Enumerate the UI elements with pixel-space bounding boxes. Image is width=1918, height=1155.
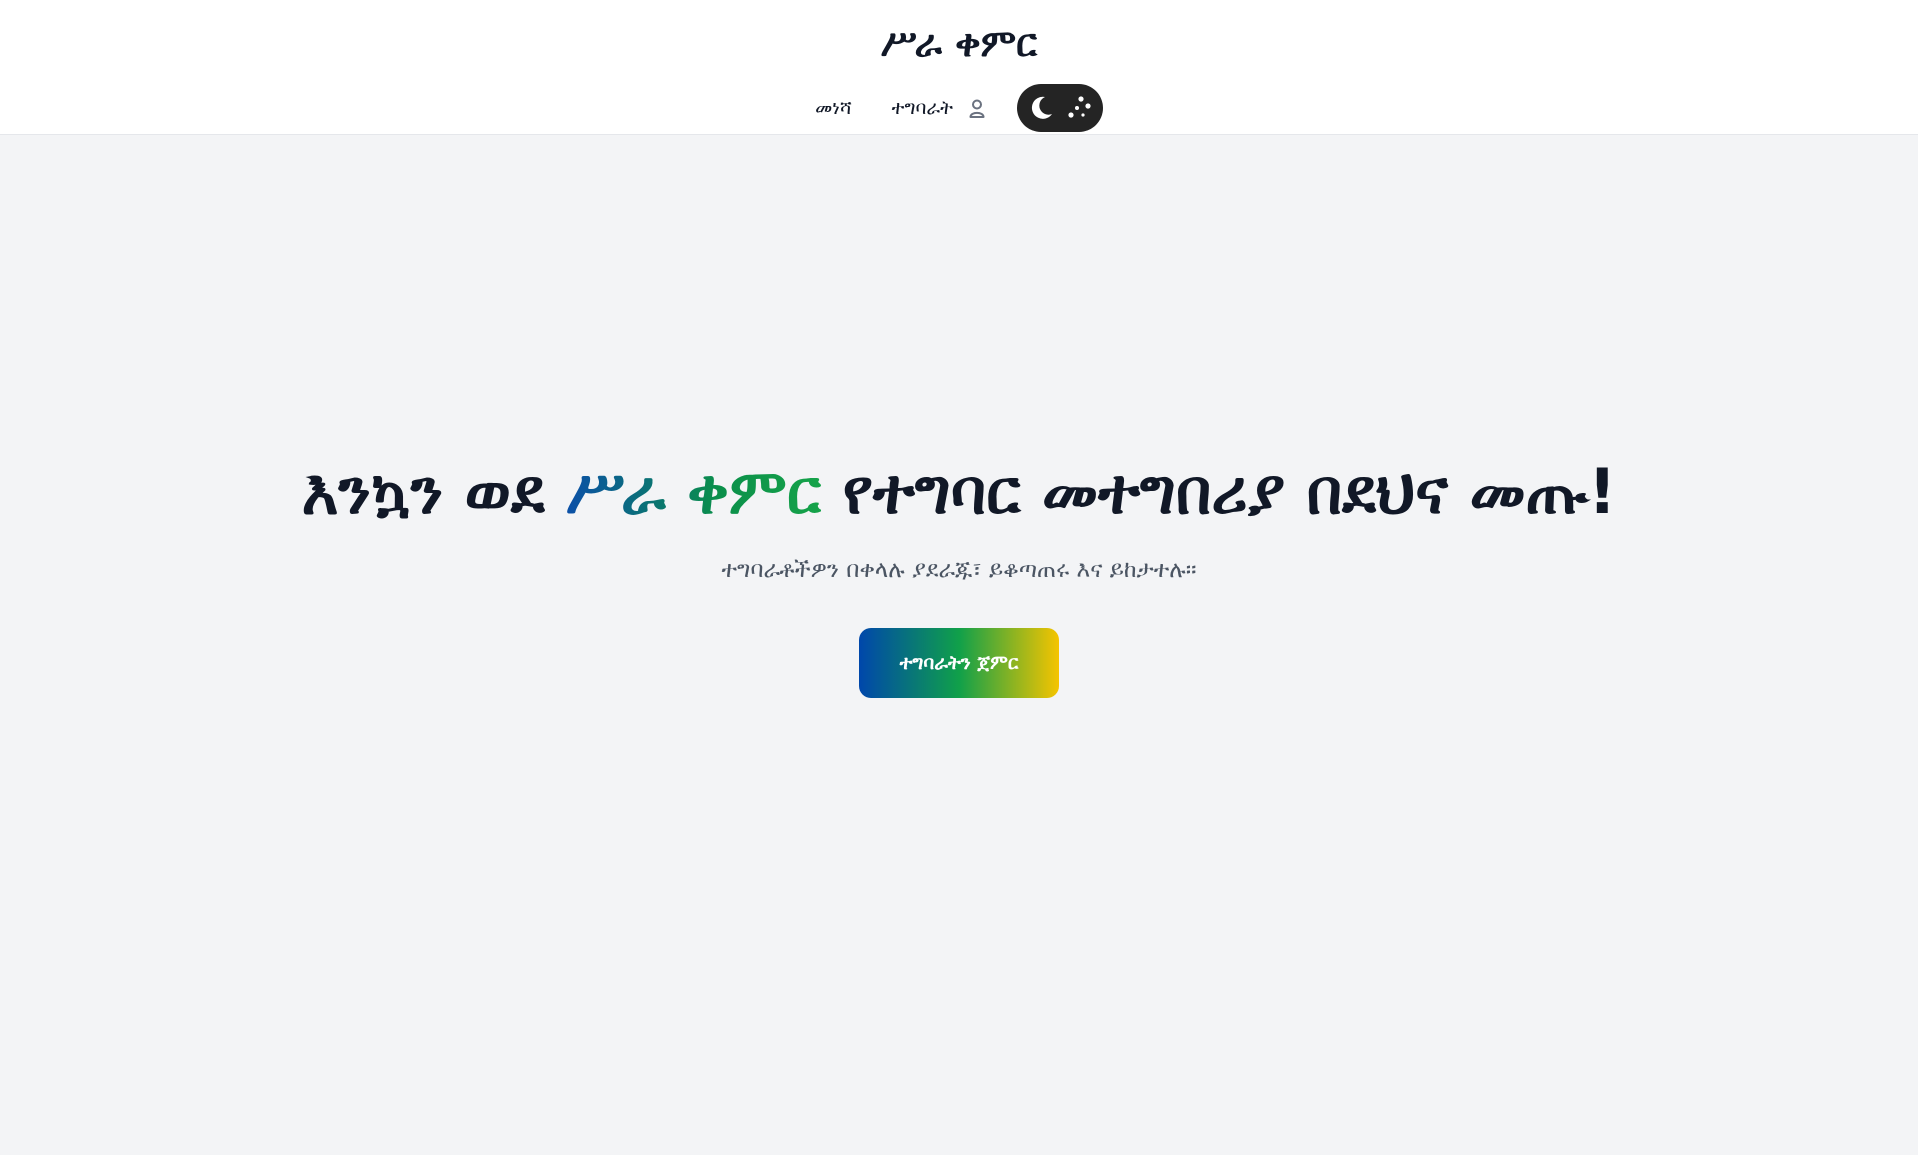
brand-title[interactable]: ሥራ ቀምር [0,18,1918,68]
moon-icon [1031,96,1052,119]
user-icon[interactable] [967,97,987,119]
hero-title-brand: ሥራ ቀምር [566,455,822,528]
nav-tasks-link[interactable]: ተግባራት [892,84,953,132]
stars-icon [1068,96,1091,118]
hero-title-after: የተግባር መተግበሪያ በደህና መጡ! [821,455,1617,528]
hero-subtitle: ተግባራቶችዎን በቀላሉ ያደራጁ፣ ይቆጣጠሩ እና ይከታተሉ። [721,557,1197,583]
main-nav: መነሻ ተግባራት [0,84,1918,132]
top-header: ሥራ ቀምር መነሻ ተግባራት [0,0,1918,135]
theme-toggle-button[interactable] [1016,84,1103,132]
hero-title-before: እንኳን ወደ [301,455,567,528]
hero-title: እንኳን ወደ ሥራ ቀምር የተግባር መተግበሪያ በደህና መጡ! [0,450,1918,534]
hero-section: እንኳን ወደ ሥራ ቀምር የተግባር መተግበሪያ በደህና መጡ! ተግባ… [0,450,1918,698]
user-icon-svg [969,99,985,118]
nav-home-link[interactable]: መነሻ [815,84,852,132]
start-tasks-button[interactable]: ተግባራትን ጀምር [859,628,1059,698]
